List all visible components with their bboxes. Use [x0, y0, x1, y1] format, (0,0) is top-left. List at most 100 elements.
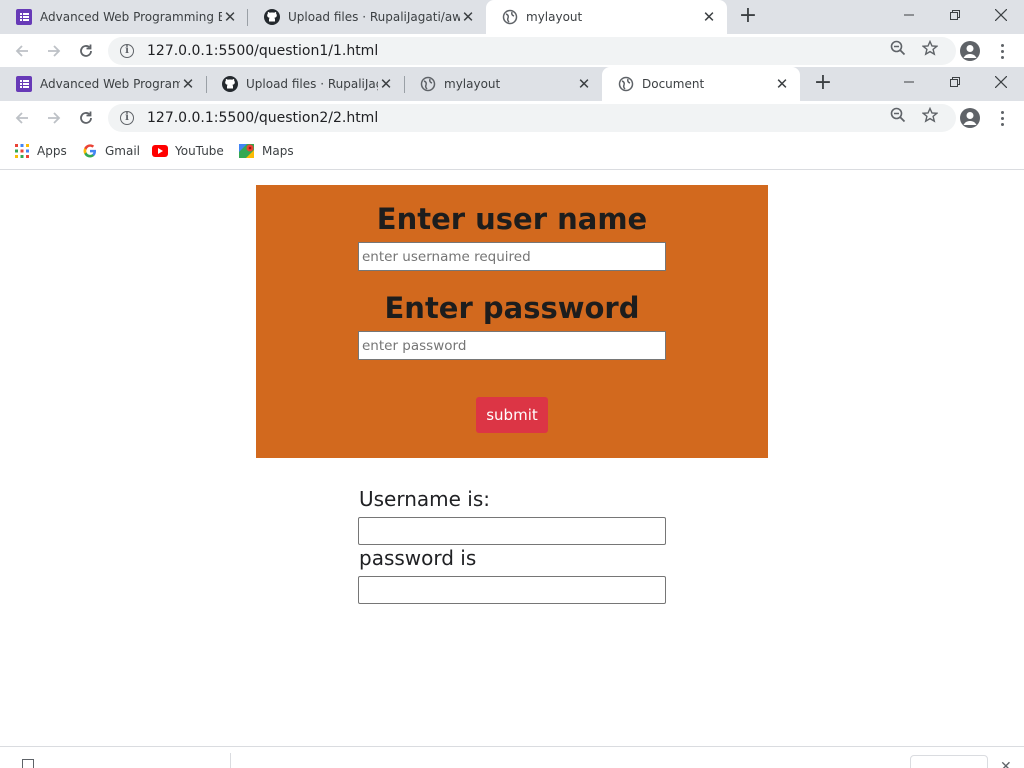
reload-button[interactable] [73, 38, 99, 64]
reload-button[interactable] [73, 105, 99, 131]
close-icon[interactable]: ✕ [576, 76, 592, 92]
tab-title: Advanced Web Programming En [40, 10, 222, 24]
more-menu-icon[interactable] [992, 40, 1012, 62]
info-icon[interactable]: i [120, 111, 134, 125]
forms-icon [16, 76, 32, 92]
bookmark-maps[interactable]: Maps [239, 142, 294, 160]
reload-icon [80, 44, 92, 57]
reload-icon [80, 111, 92, 124]
star-icon [922, 40, 938, 56]
page-content: Enter user name Enter password submit Us… [0, 171, 1024, 746]
restore-icon [950, 10, 960, 20]
password-input[interactable] [358, 331, 666, 360]
tab-mylayout[interactable]: mylayout ✕ [486, 0, 727, 34]
bookmark-star-button[interactable] [917, 37, 943, 59]
close-icon [995, 9, 1007, 21]
close-icon [995, 76, 1007, 88]
google-icon [82, 143, 98, 159]
browser-toolbar: i 127.0.0.1:5500/question2/2.html [0, 101, 1024, 134]
tab-strip: Advanced Web Programm ✕ Upload files · R… [0, 67, 1024, 101]
password-output-label: password is [359, 546, 477, 570]
bookmark-label: Apps [37, 144, 67, 158]
close-icon[interactable]: ✕ [701, 9, 717, 25]
close-icon[interactable]: ✕ [222, 9, 238, 25]
password-heading: Enter password [384, 291, 640, 325]
zoom-button[interactable] [885, 104, 911, 126]
close-icon[interactable]: ✕ [1000, 759, 1012, 768]
bookmark-star-button[interactable] [917, 104, 943, 126]
globe-icon [420, 76, 436, 92]
tab-advanced-web-programming[interactable]: Advanced Web Programming En ✕ [0, 0, 248, 34]
info-icon[interactable]: i [120, 44, 134, 58]
bookmark-label: Maps [262, 144, 294, 158]
bookmark-label: Gmail [105, 144, 141, 158]
username-input[interactable] [358, 242, 666, 271]
username-output-field[interactable] [358, 517, 666, 545]
username-heading: Enter user name [376, 202, 648, 236]
zoom-button[interactable] [885, 37, 911, 59]
youtube-icon [152, 143, 168, 159]
new-tab-button[interactable]: + [811, 72, 835, 96]
close-icon[interactable]: ✕ [774, 76, 790, 92]
tab-upload-files[interactable]: Upload files · RupaliJagati ✕ [206, 67, 404, 101]
bookmark-label: YouTube [175, 144, 224, 158]
bookmark-gmail[interactable]: Gmail [82, 142, 140, 160]
username-output-label: Username is: [359, 487, 491, 511]
tab-advanced-web-programming[interactable]: Advanced Web Programm ✕ [0, 67, 206, 101]
tab-mylayout[interactable]: mylayout ✕ [404, 67, 602, 101]
new-tab-button[interactable]: + [736, 5, 760, 29]
document-icon [22, 759, 34, 768]
restore-button[interactable] [932, 67, 978, 97]
tab-title: mylayout [526, 10, 583, 24]
tab-title: Upload files · RupaliJagati [246, 77, 378, 91]
profile-avatar-icon[interactable] [960, 41, 980, 61]
arrow-right-icon [48, 45, 61, 57]
globe-icon [618, 76, 634, 92]
profile-avatar-icon[interactable] [960, 108, 980, 128]
password-output-field[interactable] [358, 576, 666, 604]
close-icon[interactable]: ✕ [378, 76, 394, 92]
bookmark-youtube[interactable]: YouTube [152, 142, 224, 160]
download-item[interactable] [22, 759, 182, 768]
github-icon [264, 9, 280, 25]
forms-icon [16, 9, 32, 25]
arrow-left-icon [15, 45, 28, 57]
bookmark-apps[interactable]: Apps [14, 142, 67, 160]
tab-strip: Advanced Web Programming En ✕ Upload fil… [0, 0, 1024, 34]
forward-button[interactable] [41, 105, 67, 131]
close-icon[interactable]: ✕ [460, 9, 476, 25]
back-button[interactable] [9, 105, 35, 131]
close-window-button[interactable] [978, 67, 1024, 97]
star-icon [922, 107, 938, 123]
url-text: 127.0.0.1:5500/question2/2.html [147, 110, 379, 126]
restore-button[interactable] [932, 0, 978, 30]
close-window-button[interactable] [978, 0, 1024, 30]
download-divider [230, 753, 231, 768]
tab-title: mylayout [444, 77, 501, 91]
submit-button[interactable]: submit [476, 397, 548, 433]
forward-button[interactable] [41, 38, 67, 64]
minimize-button[interactable] [886, 67, 932, 97]
tab-document[interactable]: Document ✕ [602, 67, 800, 101]
bookmarks-bar: Apps Gmail YouTube Maps [0, 134, 1024, 170]
back-button[interactable] [9, 38, 35, 64]
login-form: Enter user name Enter password submit [256, 185, 768, 458]
download-bar: ✕ [0, 746, 1024, 768]
globe-icon [502, 9, 518, 25]
maps-icon [239, 143, 255, 159]
close-icon[interactable]: ✕ [180, 76, 196, 92]
show-all-button[interactable] [910, 755, 988, 768]
tab-title: Advanced Web Programm [40, 77, 180, 91]
tab-title: Document [642, 77, 705, 91]
url-text: 127.0.0.1:5500/question1/1.html [147, 43, 379, 59]
address-bar[interactable]: i 127.0.0.1:5500/question1/1.html [108, 37, 956, 65]
github-icon [222, 76, 238, 92]
minimize-icon [904, 14, 914, 16]
more-menu-icon[interactable] [992, 107, 1012, 129]
zoom-out-icon [890, 107, 906, 123]
address-bar[interactable]: i 127.0.0.1:5500/question2/2.html [108, 104, 956, 132]
minimize-button[interactable] [886, 0, 932, 30]
minimize-icon [904, 81, 914, 83]
tab-upload-files[interactable]: Upload files · RupaliJagati/awpfin ✕ [248, 0, 486, 34]
apps-grid-icon [14, 143, 30, 159]
